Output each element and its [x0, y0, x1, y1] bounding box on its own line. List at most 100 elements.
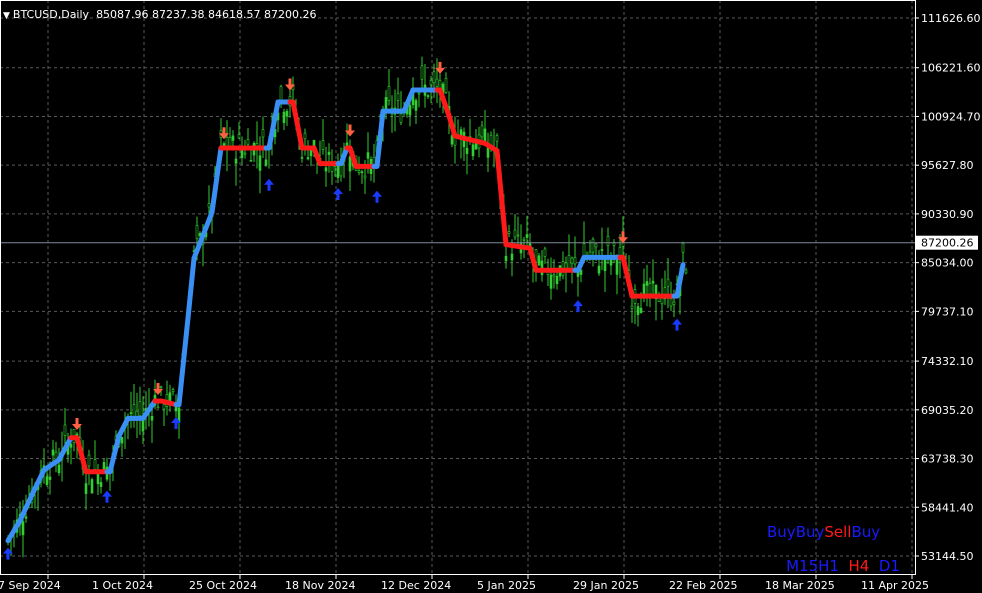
candle-body — [99, 482, 103, 487]
trend-segment-up — [209, 145, 224, 215]
trend-segment-up — [374, 108, 386, 169]
candle-body — [258, 155, 262, 171]
trend-segment-up — [200, 209, 215, 238]
candle-body — [171, 389, 175, 392]
candle-body — [414, 100, 418, 111]
current-price-label: 87200.26 — [921, 237, 974, 250]
candle-body — [639, 307, 643, 314]
y-tick-label: 106221.60 — [921, 62, 981, 75]
chart-header: ▼ BTCUSD,Daily 85087.96 87237.38 84618.57… — [3, 8, 317, 21]
candle-body — [591, 238, 595, 253]
candle-body — [651, 280, 655, 284]
buy-arrow-icon — [333, 187, 343, 200]
candle-body — [543, 248, 547, 257]
y-tick-label: 90330.90 — [921, 208, 974, 221]
candle-body — [69, 443, 73, 448]
collapse-triangle-icon[interactable]: ▼ — [3, 11, 10, 21]
candle-body — [156, 406, 160, 409]
candle-body — [648, 283, 652, 294]
candle-body — [555, 275, 559, 285]
candle-body — [357, 170, 361, 173]
candle-body — [645, 281, 649, 286]
candle-body — [630, 305, 634, 309]
candle-body — [159, 386, 163, 388]
candle-body — [231, 135, 235, 141]
trend-segment-up — [41, 457, 62, 473]
x-tick-label: 1 Oct 2024 — [92, 579, 153, 592]
candle-body — [681, 243, 685, 253]
trend-segment-down — [446, 113, 458, 139]
candle-body — [465, 147, 469, 154]
candle-body — [195, 225, 199, 239]
candle-body — [636, 306, 640, 316]
trend-segment-up — [116, 415, 131, 439]
candle-body — [279, 86, 283, 101]
candle-body — [471, 144, 475, 157]
candle-body — [327, 151, 331, 155]
trend-segment-up — [338, 145, 350, 167]
candle-body — [90, 479, 94, 494]
grid — [0, 0, 915, 575]
candle-body — [321, 140, 325, 150]
candle-body — [552, 274, 556, 277]
y-tick-label: 111626.60 — [921, 12, 981, 25]
trend-segment-down — [503, 242, 533, 251]
candle-body — [594, 243, 598, 248]
candle-body — [249, 160, 253, 162]
candle-body — [243, 152, 247, 155]
y-tick-label: 79737.10 — [921, 305, 974, 318]
candle-body — [24, 516, 28, 519]
mtf-tf-h4: H4 — [838, 557, 870, 575]
candle-body — [399, 113, 403, 123]
candle-body — [63, 424, 67, 436]
price-axis[interactable]: 111626.60 106221.60 100924.70 95627.80 90330… — [915, 12, 981, 563]
candle-body — [261, 129, 265, 138]
y-tick-label: 74332.10 — [921, 355, 974, 368]
candle-body — [48, 476, 52, 480]
buy-arrow-icon — [264, 178, 274, 191]
candle-body — [372, 156, 376, 166]
y-tick-label: 100924.70 — [921, 110, 981, 123]
candle-body — [282, 111, 286, 123]
candle-body — [312, 140, 316, 146]
candle-body — [615, 259, 619, 275]
mtf-signal-h1: Buy — [795, 523, 825, 541]
y-tick-label: 58441.40 — [921, 501, 974, 514]
mtf-signal-d1: Buy — [851, 523, 881, 541]
trend-segment-up — [401, 87, 416, 114]
candle-body — [120, 437, 124, 444]
trend-segment-up — [674, 262, 686, 299]
buy-arrow-icon — [573, 300, 583, 313]
x-tick-label: 22 Feb 2025 — [669, 579, 737, 592]
candle-body — [537, 255, 541, 266]
chart-frame — [0, 0, 916, 575]
buy-arrow-icon — [102, 490, 112, 503]
ohlc-values: 85087.96 87237.38 84618.57 87200.26 — [96, 8, 317, 21]
candle-body — [45, 476, 49, 486]
candle-body — [363, 175, 367, 179]
x-tick-label: 25 Oct 2024 — [189, 579, 257, 592]
x-tick-label: 18 Nov 2024 — [285, 579, 355, 592]
candle-body — [504, 255, 508, 262]
candle-body — [582, 243, 586, 256]
y-tick-label: 85034.00 — [921, 257, 974, 270]
candle-body — [348, 156, 352, 172]
candle-body — [84, 483, 88, 494]
candle-body — [150, 416, 154, 421]
candle-body — [432, 71, 436, 84]
candle-body — [480, 125, 484, 138]
symbol-label: BTCUSD,Daily — [12, 8, 90, 21]
y-tick-label: 95627.80 — [921, 159, 974, 172]
candle-body — [387, 86, 391, 102]
candle-body — [483, 128, 487, 142]
price-chart[interactable]: 111626.60 106221.60 100924.70 95627.80 90330… — [0, 0, 982, 593]
candle-body — [264, 159, 268, 166]
candle-body — [672, 301, 676, 305]
trend-segment-down — [290, 99, 305, 151]
candle-body — [246, 139, 250, 145]
candle-body — [177, 407, 181, 423]
candle-body — [573, 257, 577, 265]
candle-body — [420, 65, 424, 80]
candle-body — [684, 269, 688, 274]
trend-segment-down — [437, 87, 452, 119]
